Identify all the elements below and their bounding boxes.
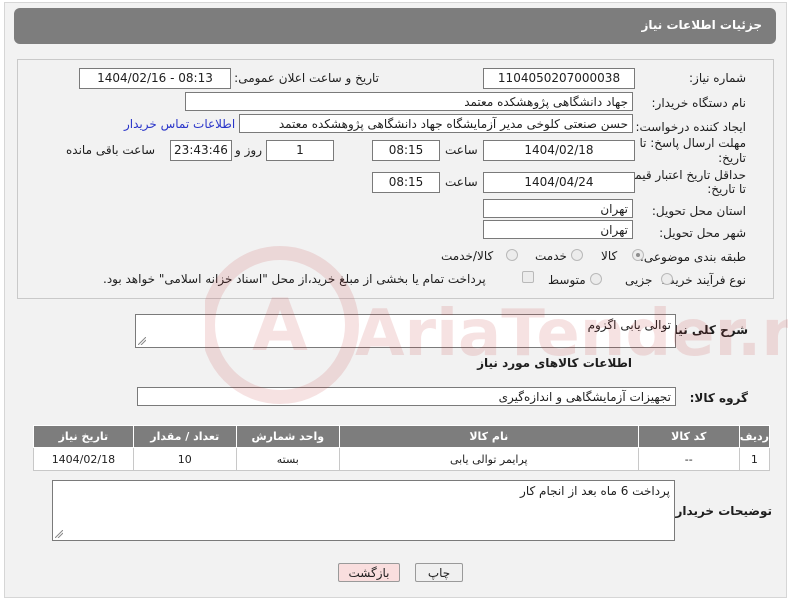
cell-date: 1404/02/18 [33, 447, 134, 471]
announce-field: 1404/02/16 - 08:13 [79, 68, 231, 89]
remaining-field: 23:43:46 [170, 140, 232, 161]
validity-date-field: 1404/04/24 [483, 172, 635, 193]
validity-label: حداقل تاریخ اعتبار قیمت: [619, 168, 746, 182]
validity-time-label: ساعت [445, 175, 478, 189]
deadline-date-field: 1404/02/18 [483, 140, 635, 161]
cell-name: پرایمر توالی یابی [338, 447, 639, 471]
buyer-notes-label: توضیحات خریدار: [670, 504, 772, 518]
buyer-notes-text: پرداخت 6 ماه بعد از انجام کار [520, 484, 670, 498]
resize-grip-icon[interactable] [55, 530, 63, 538]
buyer-org-label: نام دستگاه خریدار: [651, 96, 747, 110]
process-label: نوع فرآیند خرید : [661, 273, 746, 287]
province-field: تهران [483, 199, 633, 218]
col-quantity: تعداد / مقدار [132, 425, 237, 448]
city-field: تهران [483, 220, 633, 239]
deadline-label-2: تاریخ: [718, 151, 746, 165]
validity-time-field: 08:15 [372, 172, 440, 193]
process-medium-label: متوسط [548, 273, 586, 287]
validity-label-2: تا تاریخ: [707, 182, 746, 196]
contact-buyer-link[interactable]: اطلاعات تماس خریدار [124, 117, 235, 131]
days-label: روز و [235, 143, 262, 157]
category-service-label: خدمت [535, 249, 567, 263]
creator-field: حسن صنعتی کلوخی مدیر آزمایشگاه جهاد دانش… [239, 114, 633, 133]
col-row: ردیف [738, 425, 771, 448]
deadline-label: مهلت ارسال پاسخ: تا [639, 136, 746, 150]
treasury-payment-note: پرداخت تمام یا بخشی از مبلغ خرید،از محل … [103, 272, 486, 286]
col-unit: واحد شمارش [235, 425, 340, 448]
description-text: توالی یابی اگزوم [587, 318, 671, 332]
header-bar: جزئیات اطلاعات نیاز [14, 8, 776, 44]
cell-code: -- [637, 447, 740, 471]
goods-table-header: ردیف کد کالا نام کالا واحد شمارش تعداد /… [33, 425, 771, 448]
page-title: جزئیات اطلاعات نیاز [641, 18, 762, 32]
buyer-notes-textarea: پرداخت 6 ماه بعد از انجام کار [52, 480, 675, 541]
category-goods-label: کالا [601, 249, 618, 263]
category-goods-radio[interactable] [632, 249, 644, 261]
category-both-radio[interactable] [506, 249, 518, 261]
process-minor-label: جزیی [625, 273, 653, 287]
cell-unit: بسته [235, 447, 340, 471]
city-label: شهر محل تحویل: [659, 226, 746, 240]
goods-group-field: تجهیزات آزمایشگاهی و اندازه‌گیری [137, 387, 676, 406]
cell-quantity: 10 [132, 447, 237, 471]
print-button[interactable]: چاپ [415, 563, 463, 582]
table-row: 1 -- پرایمر توالی یابی بسته 10 1404/02/1… [33, 447, 771, 471]
col-date: تاریخ نیاز [33, 425, 134, 448]
col-code: کد کالا [637, 425, 740, 448]
category-both-label: کالا/خدمت [441, 249, 494, 263]
need-number-label: شماره نیاز: [689, 71, 746, 85]
need-number-field: 1104050207000038 [483, 68, 635, 89]
col-name: نام کالا [338, 425, 639, 448]
remaining-label: ساعت باقی مانده [66, 143, 156, 157]
process-medium-radio[interactable] [590, 273, 602, 285]
province-label: استان محل تحویل: [651, 204, 746, 218]
days-field: 1 [266, 140, 334, 161]
process-minor-radio[interactable] [661, 273, 673, 285]
buyer-org-field: جهاد دانشگاهی پژوهشکده معتمد [185, 92, 633, 111]
creator-label: ایجاد کننده درخواست: [635, 120, 746, 134]
deadline-time-label: ساعت [445, 143, 478, 157]
announce-label: تاریخ و ساعت اعلان عمومی: [234, 71, 379, 85]
category-service-radio[interactable] [571, 249, 583, 261]
goods-table: ردیف کد کالا نام کالا واحد شمارش تعداد /… [33, 425, 771, 471]
goods-group-label: گروه کالا: [689, 391, 748, 405]
category-label: طبقه بندی موضوعی: [639, 250, 746, 264]
back-button[interactable]: بازگشت [338, 563, 400, 582]
treasury-payment-checkbox[interactable] [522, 271, 534, 283]
deadline-time-field: 08:15 [372, 140, 440, 161]
cell-row: 1 [738, 447, 771, 471]
goods-section-title: اطلاعات کالاهای مورد نیاز [477, 356, 632, 370]
description-textarea: توالی یابی اگزوم [135, 314, 676, 348]
resize-grip-icon[interactable] [138, 337, 146, 345]
